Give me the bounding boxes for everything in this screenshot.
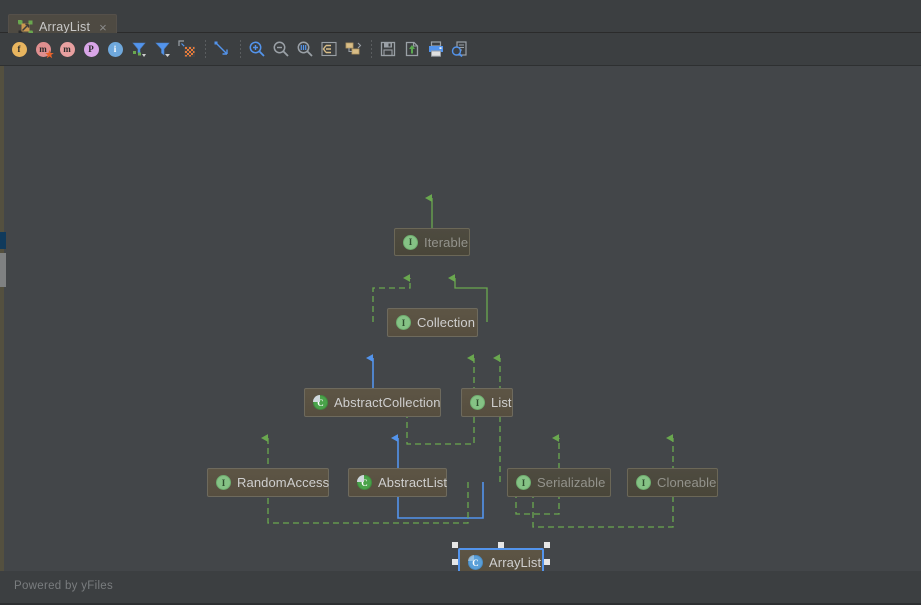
info-circle-icon: i [107,41,123,57]
interface-icon: I [396,315,411,330]
zoom-out-button[interactable] [270,38,292,60]
method-circle-icon: m [59,41,75,57]
save-button[interactable] [377,38,399,60]
show-inner-classes-button[interactable]: i [104,38,126,60]
tab-bar: ArrayList × [0,0,921,39]
funnel-icon [155,42,170,57]
change-visibility-level-button[interactable] [128,38,150,60]
toolbar-separator [240,40,241,58]
diagonal-arrow-icon [214,41,228,55]
zoom-actual-size-icon [297,41,313,57]
node-randomaccess[interactable]: I RandomAccess [207,468,329,497]
printer-icon [429,41,443,57]
toolbar-separator [371,40,372,58]
node-label: Cloneable [657,475,717,490]
print-preview-button[interactable] [449,38,471,60]
node-label: List [491,395,512,410]
interface-icon: I [516,475,531,490]
fit-content-icon [321,41,337,57]
resize-handle-w[interactable] [452,559,458,565]
node-collection[interactable]: I Collection [387,308,478,337]
abstract-class-icon: C [357,475,372,490]
close-icon[interactable]: × [98,21,108,34]
resize-handle-ne[interactable] [544,542,550,548]
actual-size-button[interactable] [294,38,316,60]
node-abstractcollection[interactable]: C AbstractCollection [304,388,441,417]
node-label: Iterable [424,234,469,250]
tab-label: ArrayList [39,20,91,34]
status-bar [0,571,921,605]
method-excluded-icon: m [35,41,54,58]
powered-by-label: Powered by yFiles [14,580,114,592]
node-list[interactable]: I List [461,388,513,417]
field-circle-icon: f [11,41,27,57]
edge-mode-button[interactable] [211,38,233,60]
toolbar: f m m P i [0,33,921,66]
show-fields-button[interactable]: f [8,38,30,60]
node-label: RandomAccess [237,475,330,490]
node-label: ArrayList [489,555,542,570]
node-serializable[interactable]: I Serializable [507,468,611,497]
show-non-public-members-button[interactable]: m [32,38,54,60]
resize-handle-nw[interactable] [452,542,458,548]
show-properties-button[interactable]: P [80,38,102,60]
abstract-class-icon: C [313,395,328,410]
resize-handle-n[interactable] [498,542,504,548]
show-dependencies-button[interactable] [176,38,198,60]
interface-icon: I [470,395,485,410]
toolbar-separator [205,40,206,58]
show-methods-button[interactable]: m [56,38,78,60]
apply-layout-icon [345,42,362,55]
node-label: Collection [417,315,476,330]
funnel-node-icon [132,42,146,57]
node-label: AbstractCollection [334,395,441,410]
export-button[interactable] [401,38,423,60]
node-abstractlist[interactable]: C AbstractList [348,468,447,497]
zoom-out-icon [273,41,289,57]
fit-content-button[interactable] [318,38,340,60]
layout-button[interactable] [342,38,364,60]
export-arrow-icon [405,41,419,57]
interface-icon: I [636,475,651,490]
diagram-canvas[interactable]: I Iterable I Collection C AbstractCollec… [0,66,921,571]
diagram-window: ArrayList × f m m P i I Iterable I Colle… [0,0,921,605]
property-circle-icon: P [83,41,99,57]
zoom-in-icon [249,41,265,57]
resize-handle-e[interactable] [544,559,550,565]
print-button[interactable] [425,38,447,60]
zoom-in-button[interactable] [246,38,268,60]
print-preview-icon [451,41,467,58]
filter-button[interactable] [152,38,174,60]
interface-icon: I [216,475,231,490]
node-iterable[interactable]: I Iterable [394,228,470,256]
analyze-grid-icon [178,40,195,57]
node-arraylist[interactable]: C ArrayList [458,548,544,571]
node-label: Serializable [537,475,606,490]
class-icon: C [468,555,483,570]
node-cloneable[interactable]: I Cloneable [627,468,718,497]
node-label: AbstractList [378,475,448,490]
interface-icon: I [403,234,418,250]
save-diskette-icon [380,41,396,57]
